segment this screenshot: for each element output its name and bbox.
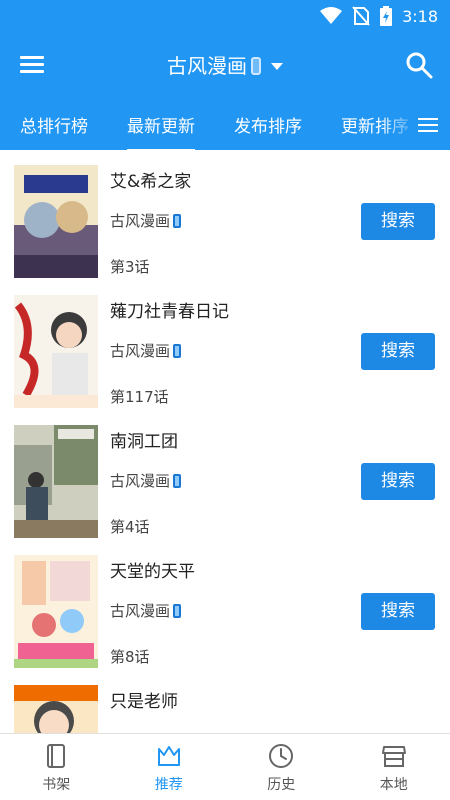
nav-label: 历史 — [267, 777, 296, 793]
phone-icon — [173, 214, 182, 228]
bottom-navigation: 书架 推荐 历史 本地 — [0, 733, 450, 800]
list-item[interactable]: 薙刀社青春日记 古风漫画 第117话 搜索 — [0, 280, 450, 410]
nav-history[interactable]: 历史 — [225, 734, 338, 800]
crown-icon — [157, 746, 180, 766]
status-bar: 3:18 — [0, 0, 450, 32]
battery-charging-icon — [380, 6, 393, 26]
search-button[interactable]: 搜索 — [361, 463, 435, 500]
comic-title: 天堂的天平 — [110, 562, 195, 582]
app-header: 3:18 古风漫画 总排行榜 最新更新 发布排序 更新排序 — [0, 0, 450, 152]
search-button[interactable]: 搜索 — [361, 333, 435, 370]
comic-source: 古风漫画 — [110, 340, 182, 361]
comic-cover — [14, 165, 98, 278]
comic-cover — [14, 685, 98, 733]
comic-chapter: 第117话 — [110, 388, 169, 406]
phone-icon — [251, 57, 261, 75]
list-item[interactable]: 天堂的天平 古风漫画 第8话 搜索 — [0, 540, 450, 670]
comic-chapter: 第4话 — [110, 518, 150, 536]
nav-label: 书架 — [42, 777, 71, 793]
comic-title: 艾&希之家 — [110, 172, 192, 192]
chevron-down-icon — [271, 63, 283, 70]
comic-cover — [14, 425, 98, 538]
tabs-menu-icon[interactable] — [418, 114, 440, 134]
source-title: 古风漫画 — [167, 54, 247, 78]
tab-latest-update[interactable]: 最新更新 — [127, 112, 195, 152]
tab-total-ranking[interactable]: 总排行榜 — [20, 112, 88, 137]
store-icon — [381, 746, 406, 767]
nav-label: 本地 — [379, 777, 408, 793]
book-icon — [47, 744, 66, 768]
comic-source: 古风漫画 — [110, 210, 182, 231]
wifi-icon — [320, 7, 343, 24]
toolbar: 古风漫画 — [0, 40, 450, 90]
list-item[interactable]: 艾&希之家 古风漫画 第3话 搜索 — [0, 150, 450, 280]
comic-chapter: 第3话 — [110, 258, 150, 276]
list-item[interactable]: 南洞工团 古风漫画 第4话 搜索 — [0, 410, 450, 540]
comic-source: 古风漫画 — [110, 470, 182, 491]
category-tabs: 总排行榜 最新更新 发布排序 更新排序 — [0, 100, 450, 152]
nav-bookshelf[interactable]: 书架 — [0, 734, 113, 800]
comic-list: 艾&希之家 古风漫画 第3话 搜索 薙刀社青春日记 古风漫画 第117话 搜索 … — [0, 150, 450, 733]
clock-icon — [269, 744, 294, 768]
tab-publish-order[interactable]: 发布排序 — [234, 112, 302, 137]
phone-icon — [173, 474, 182, 488]
nav-local[interactable]: 本地 — [338, 734, 450, 800]
search-icon[interactable] — [404, 50, 434, 80]
comic-title: 薙刀社青春日记 — [110, 302, 229, 322]
comic-cover — [14, 555, 98, 668]
nav-label: 推荐 — [154, 777, 183, 793]
phone-icon — [173, 604, 182, 618]
search-button[interactable]: 搜索 — [361, 593, 435, 630]
comic-source: 古风漫画 — [110, 600, 182, 621]
comic-title: 南洞工团 — [110, 432, 178, 452]
nav-recommend[interactable]: 推荐 — [113, 734, 226, 800]
phone-icon — [173, 344, 182, 358]
comic-cover — [14, 295, 98, 408]
list-item[interactable]: 只是老师 — [0, 670, 450, 733]
status-time: 3:18 — [402, 6, 438, 26]
comic-title: 只是老师 — [110, 692, 178, 712]
source-selector[interactable]: 古风漫画 — [0, 50, 450, 79]
search-button[interactable]: 搜索 — [361, 203, 435, 240]
no-sim-icon — [352, 6, 370, 26]
comic-chapter: 第8话 — [110, 648, 150, 666]
